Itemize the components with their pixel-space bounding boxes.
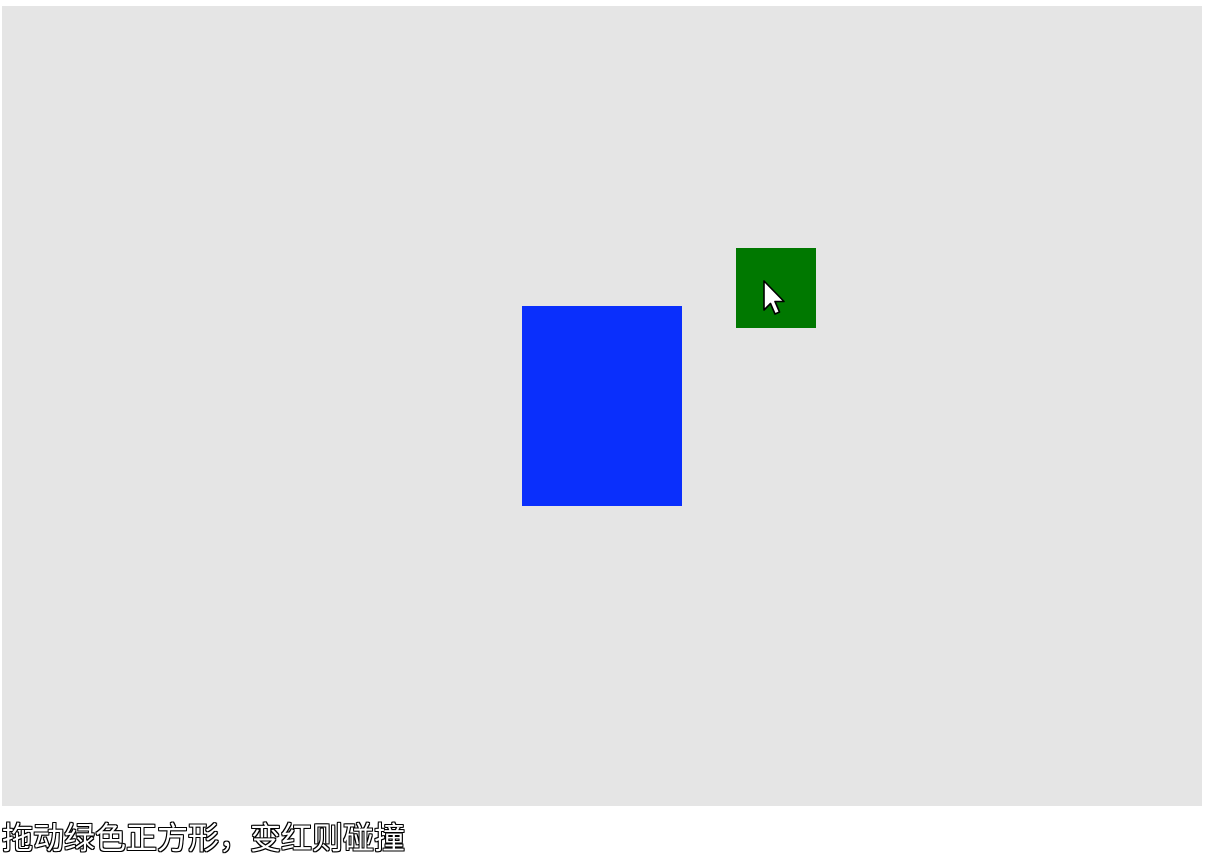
instruction-caption: 拖动绿色正方形，变红则碰撞 <box>2 821 405 857</box>
collision-stage <box>2 6 1202 806</box>
mouse-pointer-icon <box>763 280 785 315</box>
green-draggable-square[interactable] <box>736 248 816 328</box>
blue-target-rectangle <box>522 306 682 506</box>
